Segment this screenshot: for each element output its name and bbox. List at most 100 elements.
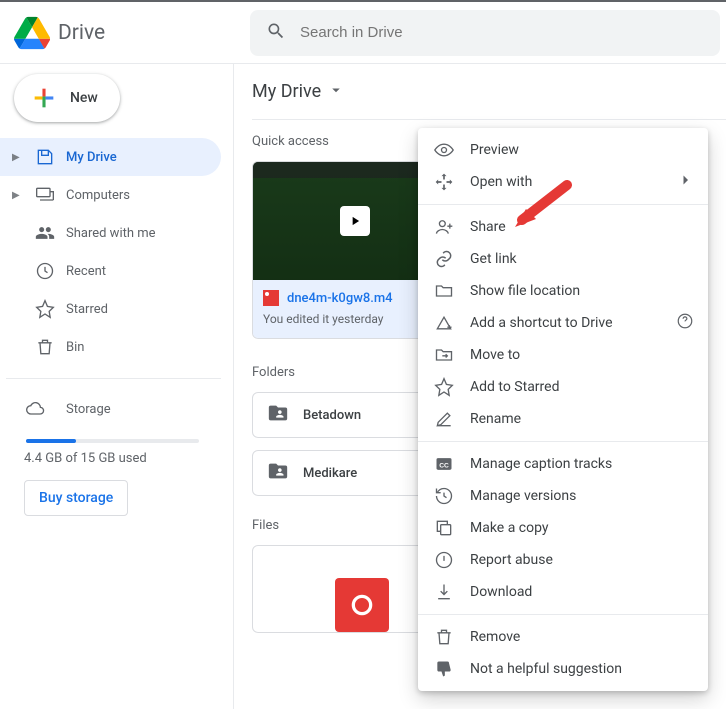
menu-label: Add to Starred <box>470 379 559 395</box>
file-type-icon <box>335 578 389 632</box>
drive-shortcut-icon <box>434 313 454 333</box>
nav-label: Recent <box>66 264 106 279</box>
video-file-icon <box>263 290 279 306</box>
help-icon[interactable] <box>676 312 694 334</box>
sidebar-item-starred[interactable]: Starred <box>0 290 221 328</box>
folder-icon <box>434 281 454 301</box>
history-icon <box>434 486 454 506</box>
menu-label: Manage versions <box>470 488 576 504</box>
app-name: Drive <box>58 21 105 45</box>
search-icon <box>266 21 286 45</box>
menu-preview[interactable]: Preview <box>418 134 708 166</box>
nav-label: Starred <box>66 302 108 317</box>
sidebar-item-computers[interactable]: ▶ Computers <box>0 176 221 214</box>
menu-label: Report abuse <box>470 552 553 568</box>
copy-icon <box>434 518 454 538</box>
menu-label: Remove <box>470 629 520 645</box>
folder-name: Betadown <box>303 408 361 423</box>
pencil-icon <box>434 409 454 429</box>
move-icon <box>434 345 454 365</box>
clock-icon <box>34 261 56 281</box>
menu-label: Preview <box>470 142 519 158</box>
trash-icon <box>34 337 56 357</box>
play-icon <box>340 206 370 236</box>
caret-down-icon <box>327 81 345 103</box>
buy-storage-button[interactable]: Buy storage <box>24 480 128 516</box>
menu-add-starred[interactable]: Add to Starred <box>418 371 708 403</box>
report-icon <box>434 550 454 570</box>
menu-label: Manage caption tracks <box>470 456 612 472</box>
sidebar: New ▶ My Drive ▶ Computers Shared with m… <box>0 64 234 709</box>
storage-bar <box>26 439 199 443</box>
folder-name: Medikare <box>303 466 357 481</box>
drive-logo[interactable]: Drive <box>14 15 250 51</box>
menu-get-link[interactable]: Get link <box>418 243 708 275</box>
menu-show-location[interactable]: Show file location <box>418 275 708 307</box>
plus-icon <box>30 84 58 112</box>
breadcrumb-row[interactable]: My Drive <box>252 64 726 120</box>
menu-label: Not a helpful suggestion <box>470 661 622 677</box>
menu-label: Rename <box>470 411 521 427</box>
trash-icon <box>434 627 454 647</box>
menu-add-shortcut[interactable]: Add a shortcut to Drive <box>418 307 708 339</box>
link-icon <box>434 249 454 269</box>
sidebar-item-bin[interactable]: Bin <box>0 328 221 366</box>
menu-label: Share <box>470 219 506 235</box>
star-icon <box>34 299 56 319</box>
my-drive-icon <box>34 147 56 167</box>
chevron-right-icon: ▶ <box>12 190 24 201</box>
sidebar-item-my-drive[interactable]: ▶ My Drive <box>0 138 221 176</box>
chevron-right-icon <box>676 171 694 193</box>
menu-caption-tracks[interactable]: CC Manage caption tracks <box>418 448 708 480</box>
menu-label: Download <box>470 584 532 600</box>
menu-label: Show file location <box>470 283 580 299</box>
cloud-icon <box>24 399 46 419</box>
person-add-icon <box>434 217 454 237</box>
menu-share[interactable]: Share <box>418 211 708 243</box>
svg-text:CC: CC <box>439 462 449 469</box>
new-button[interactable]: New <box>14 74 120 122</box>
menu-download[interactable]: Download <box>418 576 708 608</box>
menu-label: Get link <box>470 251 517 267</box>
menu-manage-versions[interactable]: Manage versions <box>418 480 708 512</box>
search-input[interactable] <box>300 24 704 41</box>
menu-label: Move to <box>470 347 520 363</box>
people-icon <box>34 223 56 243</box>
sidebar-item-storage[interactable]: Storage <box>24 393 205 425</box>
quick-filename: dne4m-k0gw8.m4 <box>287 291 393 306</box>
menu-not-helpful[interactable]: Not a helpful suggestion <box>418 653 708 685</box>
folder-shared-icon <box>267 402 289 428</box>
nav-label: Shared with me <box>66 226 156 241</box>
nav-label: My Drive <box>66 150 117 165</box>
menu-report-abuse[interactable]: Report abuse <box>418 544 708 576</box>
menu-label: Make a copy <box>470 520 549 536</box>
open-with-icon <box>434 172 454 192</box>
sidebar-item-shared[interactable]: Shared with me <box>0 214 221 252</box>
storage-used-text: 4.4 GB of 15 GB used <box>24 451 205 466</box>
chevron-right-icon: ▶ <box>12 152 24 163</box>
cc-icon: CC <box>434 454 454 474</box>
drive-logo-icon <box>14 15 50 51</box>
folder-shared-icon <box>267 460 289 486</box>
menu-remove[interactable]: Remove <box>418 621 708 653</box>
menu-label: Open with <box>470 174 532 190</box>
eye-icon <box>434 140 454 160</box>
search-box[interactable] <box>250 10 720 56</box>
new-button-label: New <box>70 90 98 106</box>
star-icon <box>434 377 454 397</box>
download-icon <box>434 582 454 602</box>
app-header: Drive <box>0 2 726 64</box>
computers-icon <box>34 185 56 205</box>
context-menu: Preview Open with Share Get link Show fi… <box>418 128 708 691</box>
menu-open-with[interactable]: Open with <box>418 166 708 198</box>
storage-label: Storage <box>66 402 111 417</box>
nav-label: Bin <box>66 340 84 355</box>
thumb-down-icon <box>434 659 454 679</box>
breadcrumb: My Drive <box>252 81 321 102</box>
menu-rename[interactable]: Rename <box>418 403 708 435</box>
menu-label: Add a shortcut to Drive <box>470 315 613 331</box>
menu-make-copy[interactable]: Make a copy <box>418 512 708 544</box>
nav-label: Computers <box>66 188 130 203</box>
menu-move-to[interactable]: Move to <box>418 339 708 371</box>
sidebar-item-recent[interactable]: Recent <box>0 252 221 290</box>
